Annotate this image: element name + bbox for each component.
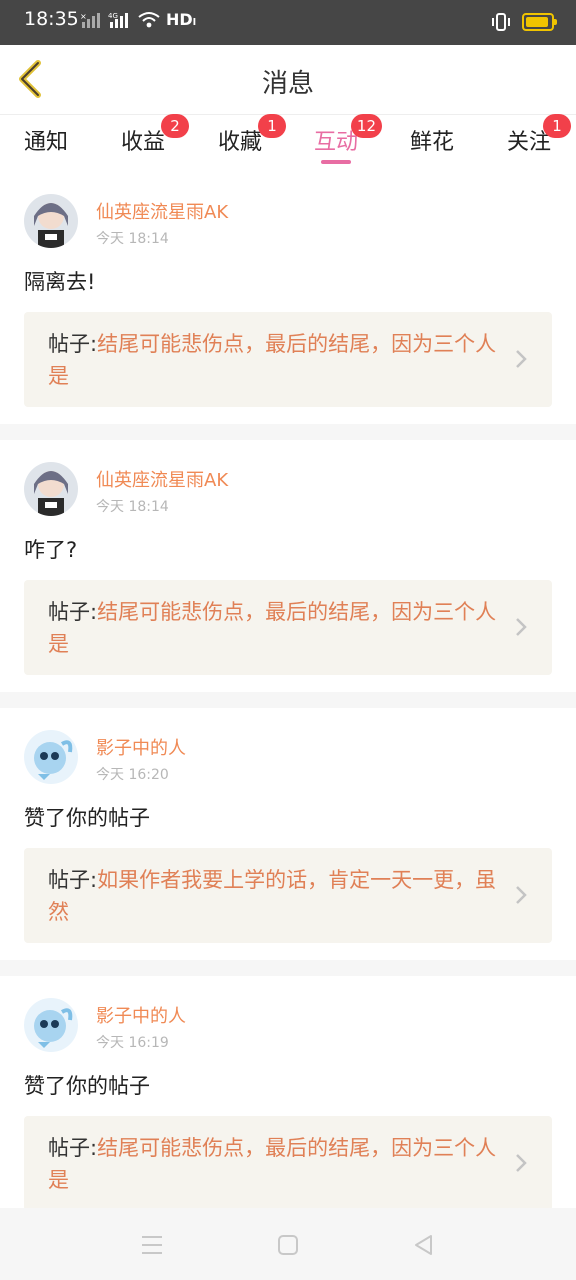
post-text: 帖子:结尾可能悲伤点，最后的结尾，因为三个人是 bbox=[48, 596, 508, 660]
status-right-icons bbox=[490, 12, 557, 32]
tab-label: 收益 bbox=[121, 130, 166, 155]
message-card[interactable]: 影子中的人 今天 16:20 赞了你的帖子 帖子:如果作者我要上学的话，肯定一天… bbox=[0, 692, 576, 960]
app-header: 消息 bbox=[0, 45, 576, 115]
tab-flowers[interactable]: 鲜花 bbox=[410, 124, 454, 156]
username[interactable]: 仙英座流星雨AK bbox=[96, 466, 228, 492]
tab-bar: 通知 收益 2 收藏 1 互动 12 鲜花 关注 1 bbox=[0, 114, 576, 170]
tab-favorites[interactable]: 收藏 1 bbox=[218, 114, 287, 156]
timestamp: 今天 16:20 bbox=[96, 767, 169, 783]
chevron-right-icon bbox=[516, 1154, 527, 1172]
chevron-right-icon bbox=[516, 886, 527, 904]
post-title: 结尾可能悲伤点，最后的结尾，因为三个人是 bbox=[48, 332, 497, 388]
page-title: 消息 bbox=[261, 69, 314, 99]
tab-label: 互动 bbox=[314, 130, 359, 155]
status-time: 18:35 bbox=[24, 8, 79, 30]
post-text: 帖子:结尾可能悲伤点，最后的结尾，因为三个人是 bbox=[48, 1132, 508, 1196]
post-prefix: 帖子: bbox=[48, 600, 98, 624]
tab-interactions[interactable]: 互动 12 bbox=[314, 114, 383, 164]
back-icon[interactable] bbox=[409, 1232, 439, 1258]
avatar[interactable] bbox=[24, 730, 78, 784]
tab-label: 通知 bbox=[24, 130, 69, 155]
message-card[interactable]: 影子中的人 今天 16:19 赞了你的帖子 帖子:结尾可能悲伤点，最后的结尾，因… bbox=[0, 960, 576, 1228]
post-link[interactable]: 帖子:结尾可能悲伤点，最后的结尾，因为三个人是 bbox=[24, 312, 552, 407]
message-text: 隔离去! bbox=[24, 270, 96, 294]
message-card[interactable]: 仙英座流星雨AK 今天 18:14 咋了? 帖子:结尾可能悲伤点，最后的结尾，因… bbox=[0, 424, 576, 692]
post-prefix: 帖子: bbox=[48, 1136, 98, 1160]
status-left-icons: × 4G HDₗ bbox=[80, 10, 196, 29]
count-badge: 2 bbox=[161, 114, 190, 138]
count-badge: 1 bbox=[258, 114, 287, 138]
svg-text:×: × bbox=[80, 12, 87, 21]
post-title: 如果作者我要上学的话，肯定一天一更，虽然 bbox=[48, 868, 497, 924]
tab-label: 关注 bbox=[507, 130, 552, 155]
username[interactable]: 影子中的人 bbox=[96, 1002, 186, 1028]
avatar[interactable] bbox=[24, 998, 78, 1052]
post-title: 结尾可能悲伤点，最后的结尾，因为三个人是 bbox=[48, 600, 497, 656]
chevron-right-icon bbox=[516, 350, 527, 368]
count-badge: 12 bbox=[350, 114, 383, 138]
avatar[interactable] bbox=[24, 462, 78, 516]
home-icon[interactable] bbox=[273, 1232, 303, 1258]
count-badge: 1 bbox=[543, 114, 572, 138]
post-link[interactable]: 帖子:如果作者我要上学的话，肯定一天一更，虽然 bbox=[24, 848, 552, 943]
tab-following[interactable]: 关注 1 bbox=[507, 114, 572, 156]
message-text: 咋了? bbox=[24, 538, 78, 562]
chevron-right-icon bbox=[516, 618, 527, 636]
wifi-icon bbox=[138, 11, 160, 27]
vibrate-icon bbox=[492, 13, 510, 31]
system-nav-bar bbox=[0, 1208, 576, 1280]
tab-earnings[interactable]: 收益 2 bbox=[121, 114, 190, 156]
avatar[interactable] bbox=[24, 194, 78, 248]
post-text: 帖子:如果作者我要上学的话，肯定一天一更，虽然 bbox=[48, 864, 508, 928]
post-prefix: 帖子: bbox=[48, 332, 98, 356]
tab-label: 鲜花 bbox=[410, 130, 455, 155]
username[interactable]: 仙英座流星雨AK bbox=[96, 198, 228, 224]
tab-notifications[interactable]: 通知 bbox=[24, 124, 68, 156]
svg-text:4G: 4G bbox=[108, 12, 118, 20]
timestamp: 今天 18:14 bbox=[96, 499, 169, 515]
post-link[interactable]: 帖子:结尾可能悲伤点，最后的结尾，因为三个人是 bbox=[24, 580, 552, 675]
battery-icon bbox=[522, 13, 557, 31]
message-card[interactable]: 仙英座流星雨AK 今天 18:14 隔离去! 帖子:结尾可能悲伤点，最后的结尾，… bbox=[0, 172, 576, 424]
message-text: 赞了你的帖子 bbox=[24, 806, 150, 830]
timestamp: 今天 18:14 bbox=[96, 231, 169, 247]
menu-icon[interactable] bbox=[137, 1232, 167, 1258]
active-tab-indicator bbox=[321, 160, 351, 164]
post-prefix: 帖子: bbox=[48, 868, 98, 892]
signal-off-icon: × bbox=[80, 12, 100, 28]
hd-indicator: HDₗ bbox=[166, 10, 197, 29]
post-text: 帖子:结尾可能悲伤点，最后的结尾，因为三个人是 bbox=[48, 328, 508, 392]
signal-4g-icon: 4G bbox=[108, 12, 128, 28]
timestamp: 今天 16:19 bbox=[96, 1035, 169, 1051]
post-link[interactable]: 帖子:结尾可能悲伤点，最后的结尾，因为三个人是 bbox=[24, 1116, 552, 1211]
post-title: 结尾可能悲伤点，最后的结尾，因为三个人是 bbox=[48, 1136, 497, 1192]
status-bar: 18:35 × 4G HDₗ bbox=[0, 0, 576, 45]
username[interactable]: 影子中的人 bbox=[96, 734, 186, 760]
message-feed: 仙英座流星雨AK 今天 18:14 隔离去! 帖子:结尾可能悲伤点，最后的结尾，… bbox=[0, 172, 576, 1228]
tab-label: 收藏 bbox=[218, 130, 263, 155]
message-text: 赞了你的帖子 bbox=[24, 1074, 150, 1098]
